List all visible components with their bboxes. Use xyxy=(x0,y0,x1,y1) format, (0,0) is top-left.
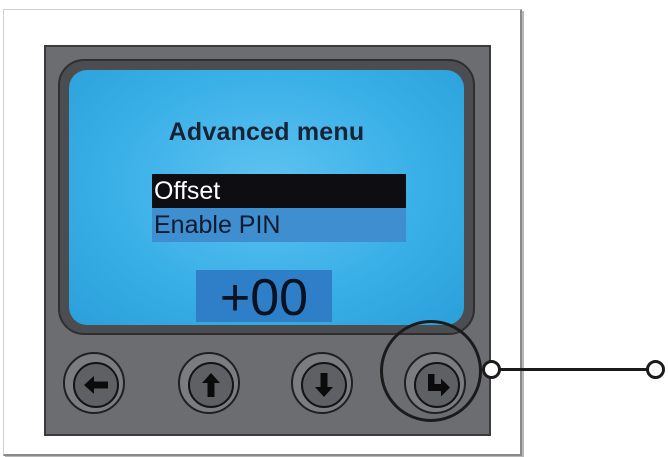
enter-button-highlight-ring xyxy=(380,320,482,422)
menu-item-offset[interactable]: Offset xyxy=(152,174,406,208)
arrow-left-icon xyxy=(84,376,108,394)
callout-dot-end xyxy=(646,360,665,379)
display-screen: Advanced menu Offset Enable PIN +00 xyxy=(69,70,464,325)
back-button[interactable] xyxy=(63,352,125,414)
menu-item-enable-pin[interactable]: Enable PIN xyxy=(152,208,406,242)
arrow-down-icon xyxy=(315,373,333,397)
menu-title: Advanced menu xyxy=(168,118,365,146)
button-face xyxy=(188,362,234,408)
button-face xyxy=(73,362,119,408)
menu-list: Offset Enable PIN xyxy=(152,174,406,242)
button-face xyxy=(301,362,347,408)
stage: Advanced menu Offset Enable PIN +00 xyxy=(0,0,668,457)
down-button[interactable] xyxy=(291,352,353,414)
callout-line xyxy=(494,368,648,371)
screen-bezel: Advanced menu Offset Enable PIN +00 xyxy=(58,59,475,335)
arrow-up-icon xyxy=(202,373,220,397)
value-display: +00 xyxy=(196,270,332,325)
callout-dot-start xyxy=(482,360,501,379)
up-button[interactable] xyxy=(178,352,240,414)
